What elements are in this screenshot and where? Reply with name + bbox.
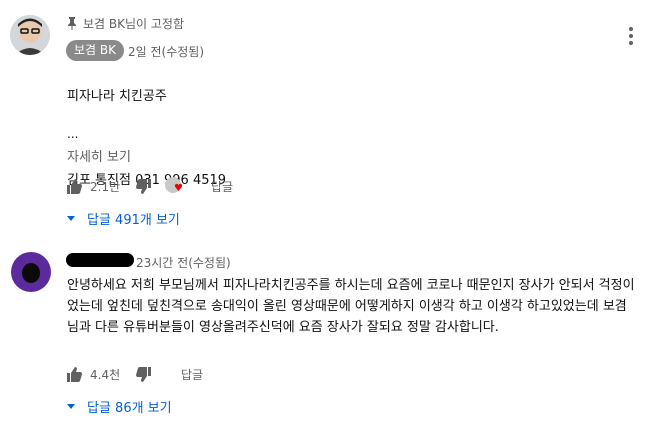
like-icon[interactable] (67, 178, 82, 194)
like-icon[interactable] (67, 367, 82, 382)
pinned-indicator: 보겸 BK님이 고정함 (67, 15, 184, 32)
reply-button[interactable]: 답글 (181, 366, 203, 383)
view-replies-button[interactable]: 답글 86개 보기 (67, 397, 172, 416)
reply-button[interactable]: 답글 (211, 178, 233, 195)
comment-body: 안녕하세요 저희 부모님께서 피자나라치킨공주를 하시는데 요즘에 코로나 때문… (67, 278, 635, 335)
view-replies-button[interactable]: 답글 491개 보기 (67, 209, 180, 228)
dislike-icon[interactable] (136, 178, 151, 194)
pin-icon (68, 17, 76, 30)
view-replies-label: 답글 491개 보기 (87, 213, 180, 228)
read-more-button[interactable]: 자세히 보기 (67, 146, 131, 165)
avatar-photo (10, 15, 50, 55)
heart-icon: ♥ (174, 183, 183, 194)
comment-time[interactable]: 23시간 전(수정됨) (136, 254, 231, 271)
author-name-redacted[interactable] (66, 253, 134, 267)
comment-ellipsis: ... (67, 127, 79, 141)
view-replies-label: 답글 86개 보기 (87, 401, 172, 416)
like-count: 4.4천 (90, 368, 121, 382)
avatar[interactable] (10, 15, 50, 55)
pinned-label: 보겸 BK님이 고정함 (83, 17, 185, 31)
comment-time[interactable]: 2일 전(수정됨) (128, 43, 204, 60)
author-name-badge[interactable]: 보겸 BK (66, 40, 124, 61)
caret-down-icon (67, 216, 75, 221)
comment-pinned: 보겸 BK님이 고정함 보겸 BK 2일 전(수정됨) 피자나라 치킨공주 김포… (0, 0, 648, 232)
avatar-redaction (22, 263, 40, 283)
comment-actions: 4.4천 답글 (67, 366, 203, 383)
avatar[interactable] (11, 252, 51, 292)
like-count: 2.1만 (90, 179, 121, 194)
dislike-icon[interactable] (136, 367, 151, 382)
comment-body-line: 피자나라 치킨공주 (67, 89, 167, 104)
creator-heart: ♥ (165, 177, 183, 195)
more-vert-icon[interactable] (629, 27, 633, 45)
comment-actions: 2.1만 ♥ 답글 (67, 177, 233, 195)
caret-down-icon (67, 404, 75, 409)
